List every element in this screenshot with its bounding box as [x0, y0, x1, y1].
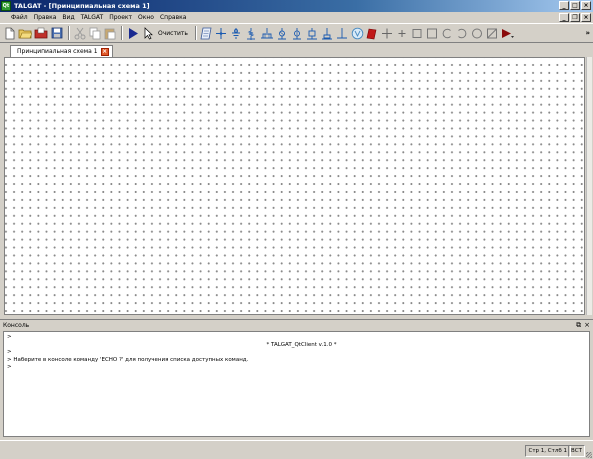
window-title: TALGAT - [Принципиальная схема 1] [14, 2, 150, 10]
cross-icon[interactable] [381, 25, 394, 41]
insert-mode-indicator: ВСТ [568, 445, 585, 457]
tab-label: Принципиальная схема 1 [17, 48, 98, 55]
console-output[interactable]: > * TALGAT_QtClient v.1.0 * > > Наберите… [3, 331, 590, 437]
console-header: Консоль ⧉ × [0, 319, 593, 330]
capacitor-icon[interactable] [260, 25, 274, 41]
tab-close-icon[interactable]: × [100, 47, 109, 56]
menu-project[interactable]: Проект [106, 14, 135, 21]
voltage-source-icon[interactable] [291, 25, 304, 41]
resize-grip-icon[interactable] [586, 452, 592, 458]
resistor-icon[interactable] [245, 25, 258, 41]
square-icon[interactable] [411, 25, 424, 41]
maximize-icon[interactable]: □ [570, 1, 580, 10]
ground-bar-icon[interactable] [336, 25, 349, 41]
select-arrow-icon[interactable] [141, 25, 154, 41]
toolbar-separator [68, 26, 70, 40]
inductor-icon[interactable] [276, 25, 289, 41]
toolbar-separator [194, 26, 197, 40]
minimize-icon[interactable]: _ [559, 1, 569, 10]
console-title: Консоль [3, 321, 30, 329]
diagonal-icon[interactable] [486, 25, 499, 41]
schematic-canvas[interactable] [4, 57, 585, 315]
cut-icon[interactable] [73, 25, 86, 41]
square-outline-icon[interactable] [426, 25, 439, 41]
node-icon[interactable] [215, 25, 228, 41]
status-bar: Стр 1, Стлб 1 ВСТ [0, 440, 593, 459]
open-project-icon[interactable] [34, 25, 48, 41]
menu-file[interactable]: Файл [8, 14, 31, 21]
main-toolbar: Очистить » [0, 23, 593, 43]
window-controls: _ □ × [559, 1, 591, 10]
copy-icon[interactable] [88, 25, 101, 41]
console-line: > [7, 364, 12, 370]
script-icon[interactable] [200, 25, 213, 41]
menu-bar: Файл Правка Вид TALGAT Проект Окно Справ… [0, 12, 593, 23]
console-close-icon[interactable]: × [584, 321, 590, 330]
doc-minimize-icon[interactable]: _ [559, 13, 569, 22]
document-window-controls: _ ❐ × [559, 13, 591, 22]
toolbar-overflow-button[interactable]: » [585, 29, 590, 37]
run-icon[interactable] [126, 25, 139, 41]
menu-talgat[interactable]: TALGAT [78, 14, 107, 21]
close-icon[interactable]: × [581, 1, 591, 10]
console-line: > Наберите в консоле команду 'ECHO ?' дл… [7, 356, 249, 363]
menu-help[interactable]: Справка [157, 14, 189, 21]
doc-close-icon[interactable]: × [581, 13, 591, 22]
menu-edit[interactable]: Правка [31, 14, 60, 21]
console-banner: * TALGAT_QtClient v.1.0 * [266, 341, 337, 348]
circle-icon[interactable] [471, 25, 484, 41]
title-bar[interactable]: Qt TALGAT - [Принципиальная схема 1] _ □… [0, 0, 593, 12]
rotate-left-icon[interactable] [441, 25, 454, 41]
doc-restore-icon[interactable]: ❐ [570, 13, 580, 22]
clear-button[interactable]: Очистить [156, 25, 190, 41]
eraser-icon[interactable] [366, 25, 379, 41]
save-icon[interactable] [50, 25, 63, 41]
new-file-icon[interactable] [3, 25, 16, 41]
ground-icon[interactable] [230, 25, 243, 41]
voltmeter-icon[interactable] [351, 25, 364, 41]
console-controls: ⧉ × [576, 321, 590, 330]
rotate-right-icon[interactable] [456, 25, 469, 41]
menu-view[interactable]: Вид [59, 14, 77, 21]
open-folder-icon[interactable] [18, 25, 32, 41]
document-tabs: Принципиальная схема 1 × [0, 43, 593, 57]
current-source-icon[interactable] [306, 25, 319, 41]
qt-app-icon[interactable]: Qt [1, 1, 11, 11]
menu-window[interactable]: Окно [135, 14, 157, 21]
line-icon[interactable] [321, 25, 334, 41]
canvas-scrollbar[interactable] [586, 57, 592, 315]
console-line: > [7, 349, 12, 355]
play-marker-icon[interactable] [501, 25, 515, 41]
console-line: > [7, 334, 12, 340]
toolbar-separator [121, 26, 123, 40]
cursor-position: Стр 1, Стлб 1 [524, 445, 571, 457]
plus-icon[interactable] [396, 25, 409, 41]
console-float-icon[interactable]: ⧉ [576, 321, 581, 330]
paste-icon[interactable] [103, 25, 116, 41]
tab-schematic-1[interactable]: Принципиальная схема 1 × [10, 45, 113, 57]
